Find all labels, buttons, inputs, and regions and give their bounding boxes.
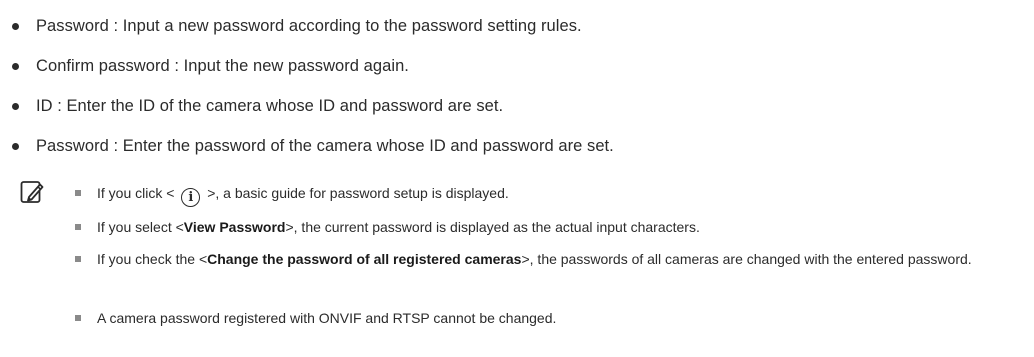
bullet-dot xyxy=(12,143,19,150)
note-bullet xyxy=(75,315,81,321)
note-change-all-passwords: If you check the <Change the password of… xyxy=(75,246,1025,272)
note-onvif-rtsp: A camera password registered with ONVIF … xyxy=(75,305,1025,331)
note-bullet xyxy=(75,224,81,230)
note-bullet xyxy=(75,256,81,262)
note-bold-text: View Password xyxy=(183,219,286,235)
bullet-dot xyxy=(12,23,19,30)
bullet-text: Password : Input a new password accordin… xyxy=(36,17,582,35)
bullet-dot xyxy=(12,103,19,110)
note-text: A camera password registered with ONVIF … xyxy=(97,310,557,326)
note-text: >, the current password is displayed as … xyxy=(285,219,700,235)
note-text: If you click < xyxy=(97,185,179,201)
note-text: >, a basic guide for password setup is d… xyxy=(203,185,509,201)
note-text: >, the passwords of all cameras are chan… xyxy=(521,251,972,267)
bullet-text: Confirm password : Input the new passwor… xyxy=(36,57,409,75)
note-pencil-icon xyxy=(20,181,44,203)
bullet-text: ID : Enter the ID of the camera whose ID… xyxy=(36,97,504,115)
note-bullet xyxy=(75,190,81,196)
bullet-text: Password : Enter the password of the cam… xyxy=(36,137,614,155)
note-view-password: If you select <View Password>, the curre… xyxy=(75,214,1025,240)
note-text: If you select < xyxy=(97,219,184,235)
note-info-icon: If you click < i >, a basic guide for pa… xyxy=(75,180,1025,207)
note-bold-text: Change the password of all registered ca… xyxy=(207,251,522,267)
info-icon: i xyxy=(181,188,201,207)
note-text: If you check the < xyxy=(97,251,208,267)
bullet-dot xyxy=(12,63,19,70)
